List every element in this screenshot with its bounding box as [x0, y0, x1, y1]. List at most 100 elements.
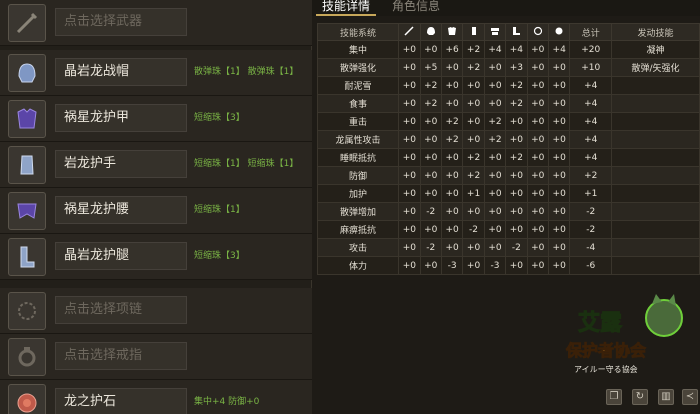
skill-point-cell: +0 [419, 112, 442, 131]
skill-activation-cell: 散弹/矢强化 [611, 58, 700, 77]
table-row: 集中 +0 +0 +6 +2 +4 +4 +0 +4 +20 凝神 [316, 40, 700, 59]
waist-icon [8, 192, 46, 230]
skill-point-cell: -2 [462, 220, 485, 239]
equip-row-helmet[interactable]: 晶岩龙战帽 散弹珠【1】 散弹珠【1】 [0, 50, 312, 96]
skill-activation-cell [611, 184, 700, 203]
skill-point-cell: +4 [483, 40, 507, 59]
skill-name-cell: 防御 [316, 166, 400, 185]
equip-name[interactable]: 点击选择项链 [55, 296, 187, 324]
skill-point-cell: +2 [483, 112, 507, 131]
skill-point-cell: +0 [483, 202, 507, 221]
skill-name-cell: 散弹强化 [316, 58, 400, 77]
tab-bar: 技能详情 角色信息 [312, 0, 700, 16]
skill-point-cell: -3 [440, 256, 464, 275]
skill-point-cell: +0 [526, 58, 549, 77]
skill-point-cell: +1 [462, 184, 485, 203]
equip-row-gloves[interactable]: 岩龙护手 短缩珠【1】 短缩珠【1】 [0, 142, 312, 188]
skill-point-cell: +0 [398, 202, 421, 221]
waist-icon [490, 27, 499, 35]
equip-name[interactable]: 晶岩龙护腿 [55, 242, 187, 270]
skill-point-cell: +0 [547, 112, 571, 131]
skill-total-cell: -2 [569, 220, 613, 239]
equip-name[interactable]: 点击选择戒指 [55, 342, 187, 370]
skill-point-cell: +0 [526, 130, 549, 149]
delete-button[interactable]: ▥ [658, 389, 674, 405]
equip-row-waist[interactable]: 祸星龙护腰 短缩珠【1】 [0, 188, 312, 234]
logo-tagline: アイルー守る協会 [574, 364, 638, 374]
equip-name[interactable]: 祸星龙护腰 [55, 196, 187, 224]
skill-point-cell: +2 [462, 166, 485, 185]
table-row: 食事 +0 +2 +0 +0 +0 +2 +0 +0 +4 [316, 94, 700, 113]
skill-point-cell: +0 [547, 202, 571, 221]
skill-activation-cell [611, 166, 700, 185]
header-necklace [547, 23, 571, 41]
skill-point-cell: +0 [440, 220, 464, 239]
equip-decorations: 短缩珠【1】 [194, 205, 245, 215]
skill-point-cell: +0 [440, 166, 464, 185]
skill-name-cell: 加护 [316, 184, 400, 203]
skill-point-cell: +0 [398, 238, 421, 257]
tab-skill-details[interactable]: 技能详情 [316, 0, 377, 16]
refresh-button[interactable]: ↻ [632, 389, 648, 405]
skill-point-cell: +0 [440, 76, 464, 95]
skill-point-cell: +0 [483, 58, 507, 77]
skill-point-cell: +2 [505, 148, 528, 167]
skill-point-cell: +0 [440, 184, 464, 203]
talisman-icon [8, 384, 46, 414]
skill-point-cell: +0 [462, 130, 485, 149]
equip-name[interactable]: 龙之护石 [55, 388, 187, 414]
equip-row-weapon[interactable]: 点击选择武器 [0, 0, 312, 46]
necklace-icon [8, 292, 46, 330]
skill-point-cell: +0 [505, 112, 528, 131]
skill-activation-cell: 凝神 [611, 40, 700, 59]
equip-name[interactable]: 祸星龙护甲 [55, 104, 187, 132]
skill-point-cell: +0 [505, 202, 528, 221]
equip-row-necklace[interactable]: 点击选择项链 [0, 288, 312, 334]
copy-button[interactable]: ❐ [606, 389, 622, 405]
helmet-icon [426, 26, 435, 35]
equip-name[interactable]: 岩龙护手 [55, 150, 187, 178]
skill-point-cell: +0 [398, 220, 421, 239]
legs-icon [513, 26, 521, 35]
equip-decorations: 短缩珠【1】 短缩珠【1】 [194, 159, 299, 169]
skill-point-cell: +0 [440, 94, 464, 113]
skill-point-cell: +0 [483, 220, 507, 239]
armor-icon [8, 100, 46, 138]
skill-point-cell: +0 [483, 94, 507, 113]
skill-point-cell: +6 [440, 40, 464, 59]
skill-point-cell: +0 [398, 130, 421, 149]
necklace-icon [555, 27, 563, 34]
tab-character-info[interactable]: 角色信息 [386, 0, 446, 16]
table-row: 麻痹抵抗 +0 +0 +0 -2 +0 +0 +0 +0 -2 [316, 220, 700, 239]
skill-point-cell: +2 [505, 76, 528, 95]
equip-name[interactable]: 点击选择武器 [55, 8, 187, 36]
header-armor [440, 23, 464, 41]
skill-point-cell: +0 [440, 148, 464, 167]
skill-point-cell: +0 [398, 94, 421, 113]
skill-total-cell: +2 [569, 166, 613, 185]
skill-total-cell: +4 [569, 94, 613, 113]
skill-point-cell: +0 [462, 202, 485, 221]
table-row: 耐泥雪 +0 +2 +0 +0 +0 +2 +0 +0 +4 [316, 76, 700, 95]
skill-point-cell: +0 [440, 58, 464, 77]
skill-point-cell: +0 [505, 184, 528, 203]
talisman-icon [533, 26, 542, 35]
skill-point-cell: +0 [398, 166, 421, 185]
skill-point-cell: +0 [547, 58, 571, 77]
skill-point-cell: +0 [419, 184, 442, 203]
skill-name-cell: 麻痹抵抗 [316, 220, 400, 239]
equip-name[interactable]: 晶岩龙战帽 [55, 58, 187, 86]
equip-row-armor[interactable]: 祸星龙护甲 短缩珠【3】 [0, 96, 312, 142]
share-icon: ≺ [685, 391, 695, 402]
equip-row-talisman[interactable]: 龙之护石 集中+4 防御+0 [0, 380, 312, 414]
equip-row-legs[interactable]: 晶岩龙护腿 短缩珠【3】 [0, 234, 312, 280]
skill-point-cell: +0 [462, 76, 485, 95]
skill-table: 技能系统 总计 发动技能 集中 +0 +0 +6 +2 +4 +4 +0 +4 +20 凝神 散弹强化… [316, 23, 700, 275]
equip-row-ring[interactable]: 点击选择戒指 [0, 334, 312, 380]
share-button[interactable]: ≺ [682, 389, 698, 405]
table-row: 体力 +0 +0 -3 +0 -3 +0 +0 +0 -6 [316, 256, 700, 275]
skill-point-cell: +0 [526, 202, 549, 221]
skill-point-cell: +2 [440, 130, 464, 149]
skill-point-cell: +5 [419, 58, 442, 77]
table-row: 散弹强化 +0 +5 +0 +2 +0 +3 +0 +0 +10 散弹/矢强化 [316, 58, 700, 77]
